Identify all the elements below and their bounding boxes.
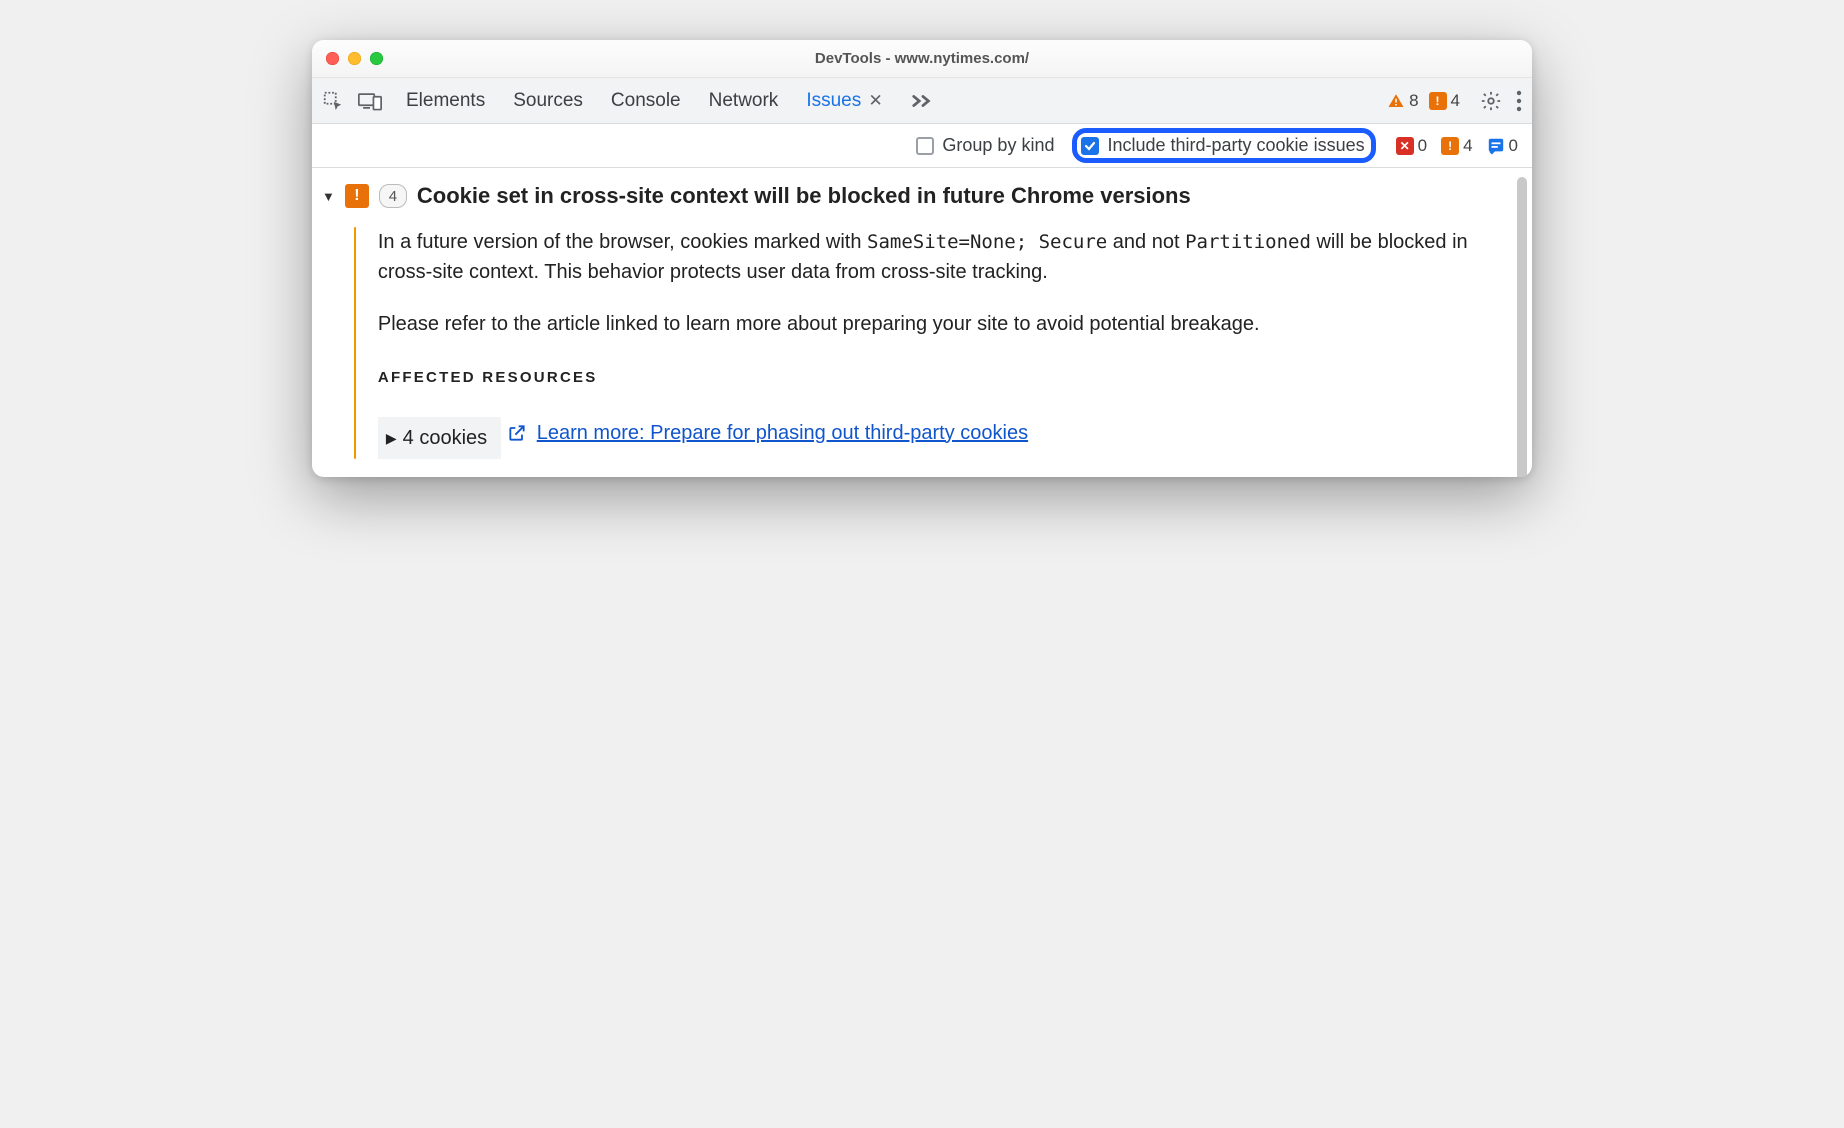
breaking-change-icon: ! xyxy=(345,184,369,208)
kebab-icon[interactable] xyxy=(1516,90,1522,112)
main-toolbar: Elements Sources Console Network Issues … xyxy=(312,78,1532,124)
breaking-count-filter: 4 xyxy=(1463,136,1472,156)
include-third-party-checkbox[interactable]: Include third-party cookie issues xyxy=(1081,135,1364,156)
errors-count: 0 xyxy=(1418,136,1427,156)
window-title: DevTools - www.nytimes.com/ xyxy=(312,50,1532,67)
minimize-window-button[interactable] xyxy=(348,52,361,65)
tab-issues[interactable]: Issues ✕ xyxy=(806,90,882,112)
issue-header-row[interactable]: ▼ ! 4 Cookie set in cross-site context w… xyxy=(316,178,1518,213)
warnings-counter[interactable]: 8 xyxy=(1387,91,1418,111)
include-third-party-label: Include third-party cookie issues xyxy=(1107,135,1364,156)
scrollbar-thumb[interactable] xyxy=(1514,174,1530,477)
learn-more-row: Learn more: Prepare for phasing out thir… xyxy=(507,418,1028,448)
info-count: 0 xyxy=(1509,136,1518,156)
checkbox-unchecked-icon xyxy=(916,137,934,155)
external-link-icon xyxy=(507,423,527,443)
issue-paragraph-2: Please refer to the article linked to le… xyxy=(378,309,1478,339)
issue-kind-counts: ✕ 0 ! 4 0 xyxy=(1396,136,1518,156)
errors-counter[interactable]: ✕ 0 xyxy=(1396,136,1427,156)
devtools-window: DevTools - www.nytimes.com/ Elements Sou… xyxy=(312,40,1532,477)
group-by-kind-checkbox[interactable]: Group by kind xyxy=(916,135,1054,156)
more-tabs-icon[interactable] xyxy=(911,93,933,109)
highlight-marker: Include third-party cookie issues xyxy=(1072,128,1375,163)
breaking-counter-filter[interactable]: ! 4 xyxy=(1441,136,1472,156)
gear-icon[interactable] xyxy=(1480,90,1502,112)
code-samesite: SameSite=None; Secure xyxy=(867,231,1107,253)
severity-strip xyxy=(354,227,356,459)
maximize-window-button[interactable] xyxy=(370,52,383,65)
tab-issues-label: Issues xyxy=(806,90,861,111)
disclosure-triangle-icon[interactable]: ▼ xyxy=(322,189,335,204)
device-toolbar-icon[interactable] xyxy=(358,91,382,111)
affected-cookies-count: 4 cookies xyxy=(403,423,488,453)
affected-cookies-toggle[interactable]: ▶ 4 cookies xyxy=(378,417,501,459)
issue-title: Cookie set in cross-site context will be… xyxy=(417,183,1191,209)
tab-network[interactable]: Network xyxy=(709,90,779,112)
issues-filterbar: Group by kind Include third-party cookie… xyxy=(312,124,1532,168)
info-icon xyxy=(1487,137,1505,155)
issue-paragraph-1: In a future version of the browser, cook… xyxy=(378,227,1478,287)
panel-tabs: Elements Sources Console Network Issues … xyxy=(406,90,933,112)
chevron-right-icon: ▶ xyxy=(386,428,397,449)
close-window-button[interactable] xyxy=(326,52,339,65)
checkbox-checked-icon xyxy=(1081,137,1099,155)
code-partitioned: Partitioned xyxy=(1185,231,1311,253)
issues-content: ▼ ! 4 Cookie set in cross-site context w… xyxy=(312,168,1532,477)
warnings-count: 8 xyxy=(1409,91,1418,111)
tab-sources[interactable]: Sources xyxy=(513,90,583,112)
close-icon[interactable]: ✕ xyxy=(869,91,883,110)
breaking-change-icon: ! xyxy=(1441,137,1459,155)
breaking-count: 4 xyxy=(1451,91,1460,111)
affected-resources-label: AFFECTED RESOURCES xyxy=(378,367,1478,390)
breaking-counter[interactable]: ! 4 xyxy=(1429,91,1460,111)
tab-console[interactable]: Console xyxy=(611,90,681,112)
titlebar: DevTools - www.nytimes.com/ xyxy=(312,40,1532,78)
group-by-kind-label: Group by kind xyxy=(942,135,1054,156)
issue-detail: In a future version of the browser, cook… xyxy=(354,227,1518,459)
issue-count-pill: 4 xyxy=(379,184,407,208)
info-counter[interactable]: 0 xyxy=(1487,136,1518,156)
error-icon: ✕ xyxy=(1396,137,1414,155)
inspect-icon[interactable] xyxy=(322,90,344,112)
tab-elements[interactable]: Elements xyxy=(406,90,485,112)
traffic-lights xyxy=(326,52,383,65)
learn-more-link[interactable]: Learn more: Prepare for phasing out thir… xyxy=(537,418,1028,448)
toolbar-counts: 8 ! 4 xyxy=(1387,91,1460,111)
